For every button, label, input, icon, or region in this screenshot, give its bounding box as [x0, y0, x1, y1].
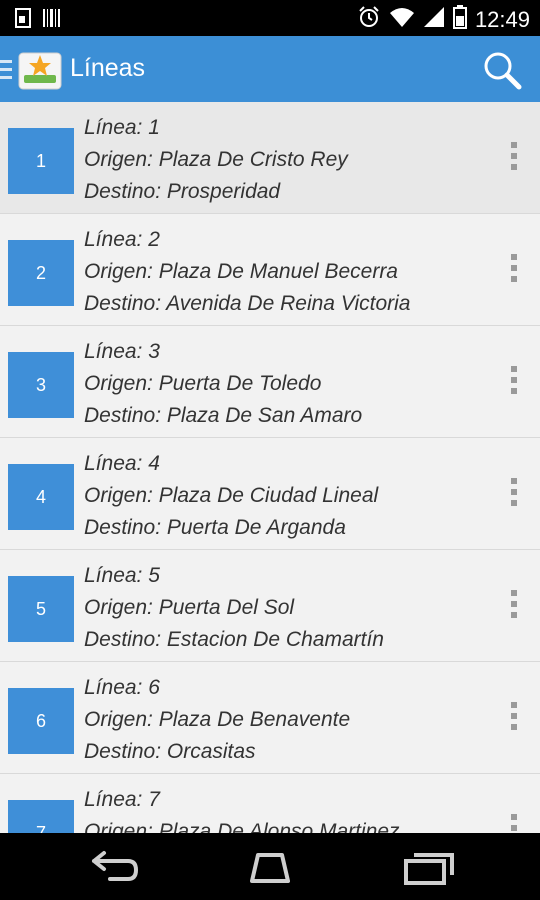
drawer-icon[interactable] [0, 60, 12, 84]
home-button[interactable] [240, 847, 300, 887]
origin-label: Origen: Plaza De Alonso Martinez [84, 820, 400, 833]
recent-apps-icon [400, 853, 460, 891]
origin-label: Origen: Plaza De Manuel Becerra [84, 260, 398, 283]
action-bar: Líneas [0, 36, 540, 102]
list-item[interactable]: 7 Línea: 7 Origen: Plaza De Alonso Marti… [0, 774, 540, 833]
destination-label: Destino: Avenida De Reina Victoria [84, 292, 411, 315]
line-label: Línea: 1 [84, 116, 160, 139]
signal-icon [423, 6, 445, 33]
search-icon [482, 52, 522, 94]
screenshot-icon [14, 7, 32, 34]
origin-label: Origen: Plaza De Cristo Rey [84, 148, 348, 171]
back-button[interactable] [84, 847, 144, 887]
overflow-menu-icon[interactable] [508, 702, 520, 734]
destination-label: Destino: Prosperidad [84, 180, 281, 203]
line-label: Línea: 6 [84, 676, 160, 699]
line-label: Línea: 4 [84, 452, 160, 475]
alarm-icon [357, 5, 381, 34]
line-number-badge: 1 [8, 128, 74, 194]
origin-label: Origen: Puerta De Toledo [84, 372, 322, 395]
line-number-badge: 6 [8, 688, 74, 754]
barcode-icon [42, 7, 62, 34]
line-label: Línea: 5 [84, 564, 160, 587]
search-button[interactable] [482, 50, 522, 90]
line-label: Línea: 7 [84, 788, 160, 811]
overflow-menu-icon[interactable] [508, 590, 520, 622]
battery-icon [452, 5, 467, 34]
line-number-badge: 2 [8, 240, 74, 306]
navigation-bar [0, 833, 540, 900]
list-item[interactable]: 3 Línea: 3 Origen: Puerta De Toledo Dest… [0, 326, 540, 438]
list-item[interactable]: 2 Línea: 2 Origen: Plaza De Manuel Becer… [0, 214, 540, 326]
recent-apps-button[interactable] [400, 847, 460, 887]
destination-label: Destino: Orcasitas [84, 740, 256, 763]
overflow-menu-icon[interactable] [508, 142, 520, 174]
overflow-menu-icon[interactable] [508, 366, 520, 398]
status-bar: 12:49 [0, 0, 540, 36]
home-icon [240, 853, 300, 891]
wifi-icon [389, 6, 415, 33]
origin-label: Origen: Plaza De Ciudad Lineal [84, 484, 379, 507]
app-logo[interactable] [18, 49, 62, 91]
origin-label: Origen: Puerta Del Sol [84, 596, 295, 619]
line-number-badge: 4 [8, 464, 74, 530]
list-item[interactable]: 4 Línea: 4 Origen: Plaza De Ciudad Linea… [0, 438, 540, 550]
overflow-menu-icon[interactable] [508, 254, 520, 286]
list-item[interactable]: 1 Línea: 1 Origen: Plaza De Cristo Rey D… [0, 102, 540, 214]
lines-list[interactable]: 1 Línea: 1 Origen: Plaza De Cristo Rey D… [0, 102, 540, 833]
line-label: Línea: 3 [84, 340, 160, 363]
list-item[interactable]: 5 Línea: 5 Origen: Puerta Del Sol Destin… [0, 550, 540, 662]
destination-label: Destino: Plaza De San Amaro [84, 404, 363, 427]
origin-label: Origen: Plaza De Benavente [84, 708, 351, 731]
line-number-badge: 5 [8, 576, 74, 642]
back-icon [84, 851, 144, 891]
overflow-menu-icon[interactable] [508, 814, 520, 833]
line-number-badge: 3 [8, 352, 74, 418]
list-item[interactable]: 6 Línea: 6 Origen: Plaza De Benavente De… [0, 662, 540, 774]
destination-label: Destino: Estacion De Chamartín [84, 628, 384, 651]
page-title: Líneas [70, 54, 146, 82]
status-time: 12:49 [474, 6, 530, 32]
line-number-badge: 7 [8, 800, 74, 833]
overflow-menu-icon[interactable] [508, 478, 520, 510]
line-label: Línea: 2 [84, 228, 160, 251]
destination-label: Destino: Puerta De Arganda [84, 516, 346, 539]
